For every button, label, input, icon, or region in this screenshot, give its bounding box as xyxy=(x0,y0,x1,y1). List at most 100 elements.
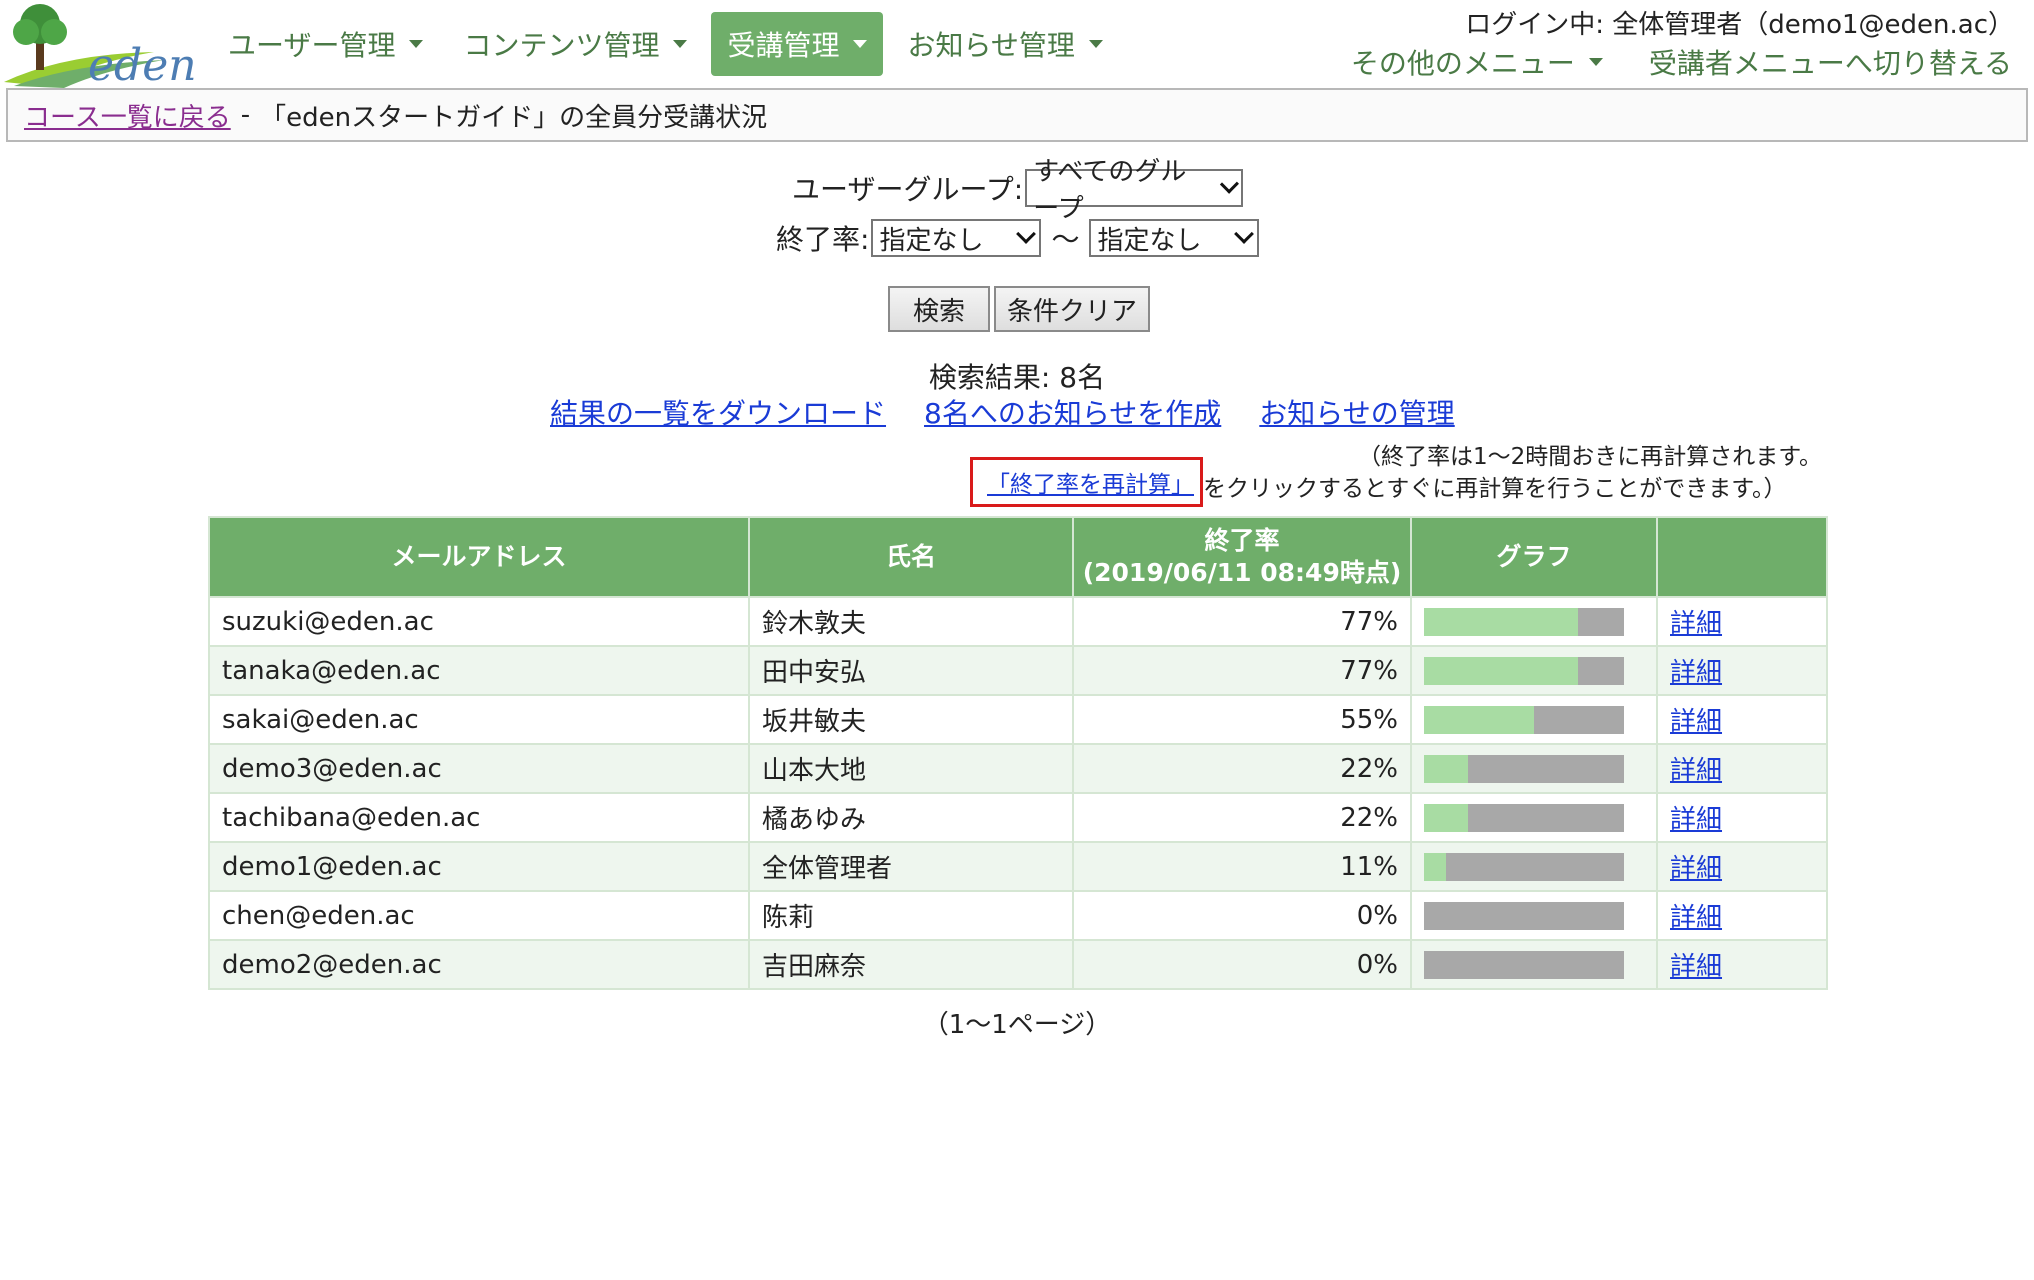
tree-logo-icon: eden xyxy=(4,4,197,91)
cell-name: 鈴木敦夫 xyxy=(748,596,1074,647)
cell-email: tachibana@eden.ac xyxy=(208,792,750,843)
table-row: chen@eden.ac 陈莉 0% 詳細 xyxy=(208,890,1828,941)
logo-text: eden xyxy=(88,40,194,88)
result-links: 結果の一覧をダウンロード 8名へのお知らせを作成 お知らせの管理 xyxy=(550,392,1455,432)
clear-conditions-button[interactable]: 条件クリア xyxy=(994,286,1150,332)
detail-link[interactable]: 詳細 xyxy=(1670,952,1722,982)
cell-email: sakai@eden.ac xyxy=(208,694,750,745)
back-to-course-list-link[interactable]: コース一覧に戻る xyxy=(24,97,231,134)
cell-detail: 詳細 xyxy=(1656,890,1828,941)
group-select[interactable]: すべてのグループ xyxy=(1025,157,1244,224)
cell-name: 陈莉 xyxy=(748,890,1074,941)
header: eden ユーザー管理 コンテンツ管理 受講管理 お知らせ管理 ログイン中: 全… xyxy=(0,0,2034,91)
cell-graph xyxy=(1410,645,1658,696)
rate-from-select[interactable]: 指定なし xyxy=(871,219,1042,257)
cell-detail: 詳細 xyxy=(1656,939,1828,990)
cell-rate: 22% xyxy=(1072,743,1412,794)
table-row: tanaka@eden.ac 田中安弘 77% 詳細 xyxy=(208,645,1828,696)
progress-bar-fill xyxy=(1424,754,1468,783)
rate-from-value: 指定なし xyxy=(879,225,984,256)
col-header-graph: グラフ xyxy=(1410,516,1658,598)
col-header-name[interactable]: 氏名 xyxy=(748,516,1074,598)
table-row: demo2@eden.ac 吉田麻奈 0% 詳細 xyxy=(208,939,1828,990)
group-filter-label: ユーザーグループ: xyxy=(792,173,1024,206)
recalc-instruction: 「終了率を再計算」 をクリックするとすぐに再計算を行うことができます。） xyxy=(970,457,1787,507)
group-select-value: すべてのグループ xyxy=(1033,157,1187,224)
rate-to-select[interactable]: 指定なし xyxy=(1089,219,1260,257)
progress-bar xyxy=(1424,901,1624,930)
progress-bar-fill xyxy=(1424,852,1446,881)
chevron-down-icon xyxy=(1016,224,1037,244)
detail-link[interactable]: 詳細 xyxy=(1670,707,1722,737)
col-header-detail xyxy=(1656,516,1828,598)
rate-filter-label: 終了率: xyxy=(776,223,870,256)
manage-notices-link[interactable]: お知らせの管理 xyxy=(1259,392,1454,432)
cell-graph xyxy=(1410,596,1658,647)
cell-graph xyxy=(1410,939,1658,990)
cell-graph xyxy=(1410,890,1658,941)
caret-down-icon xyxy=(1588,58,1603,66)
eden-logo[interactable]: eden xyxy=(4,2,197,91)
cell-email: demo3@eden.ac xyxy=(208,743,750,794)
recalculate-rate-link[interactable]: 「終了率を再計算」 xyxy=(987,465,1194,499)
detail-link[interactable]: 詳細 xyxy=(1670,658,1722,688)
page-title: 「edenスタートガイド」の全員分受講状況 xyxy=(260,102,768,133)
range-tilde: ～ xyxy=(1051,223,1080,256)
breadcrumb-separator: - xyxy=(240,100,251,130)
table-row: demo3@eden.ac 山本大地 22% 詳細 xyxy=(208,743,1828,794)
progress-table: メールアドレス 氏名 終了率 (2019/06/11 08:49時点) グラフ … xyxy=(208,516,1828,990)
recalc-instruction-text: をクリックするとすぐに再計算を行うことができます。） xyxy=(1203,476,1787,502)
col-header-email[interactable]: メールアドレス xyxy=(208,516,750,598)
other-menu[interactable]: その他のメニュー xyxy=(1351,42,1603,82)
switch-to-learner-menu[interactable]: 受講者メニューへ切り替える xyxy=(1649,42,2012,82)
cell-rate: 22% xyxy=(1072,792,1412,843)
cell-rate: 0% xyxy=(1072,939,1412,990)
cell-email: chen@eden.ac xyxy=(208,890,750,941)
detail-link[interactable]: 詳細 xyxy=(1670,903,1722,933)
caret-down-icon xyxy=(1088,40,1103,48)
cell-detail: 詳細 xyxy=(1656,792,1828,843)
detail-link[interactable]: 詳細 xyxy=(1670,805,1722,835)
cell-name: 田中安弘 xyxy=(748,645,1074,696)
cell-graph xyxy=(1410,743,1658,794)
progress-bar-fill xyxy=(1424,607,1578,636)
table-row: tachibana@eden.ac 橘あゆみ 22% 詳細 xyxy=(208,792,1828,843)
cell-email: demo1@eden.ac xyxy=(208,841,750,892)
search-button[interactable]: 検索 xyxy=(888,286,990,332)
chevron-down-icon xyxy=(1219,174,1239,194)
group-filter-row: ユーザーグループ: すべてのグループ xyxy=(792,157,1244,224)
cell-email: tanaka@eden.ac xyxy=(208,645,750,696)
nav-content-management[interactable]: コンテンツ管理 xyxy=(447,12,703,76)
col-header-rate-timestamp: (2019/06/11 08:49時点) xyxy=(1082,558,1402,587)
cell-email: demo2@eden.ac xyxy=(208,939,750,990)
cell-rate: 77% xyxy=(1072,596,1412,647)
col-header-rate-title: 終了率 xyxy=(1204,526,1280,555)
table-header-row: メールアドレス 氏名 終了率 (2019/06/11 08:49時点) グラフ xyxy=(208,516,1828,598)
detail-link[interactable]: 詳細 xyxy=(1670,756,1722,786)
caret-down-icon xyxy=(853,40,868,48)
cell-detail: 詳細 xyxy=(1656,596,1828,647)
cell-detail: 詳細 xyxy=(1656,743,1828,794)
cell-detail: 詳細 xyxy=(1656,645,1828,696)
progress-bar xyxy=(1424,754,1624,783)
progress-bar xyxy=(1424,705,1624,734)
cell-name: 橘あゆみ xyxy=(748,792,1074,843)
sub-menu: その他のメニュー 受講者メニューへ切り替える xyxy=(1351,42,2012,82)
cell-rate: 11% xyxy=(1072,841,1412,892)
download-results-link[interactable]: 結果の一覧をダウンロード xyxy=(550,392,886,432)
detail-link[interactable]: 詳細 xyxy=(1670,854,1722,884)
nav-user-management[interactable]: ユーザー管理 xyxy=(212,12,439,76)
nav-course-management[interactable]: 受講管理 xyxy=(711,12,884,76)
rate-filter-row: 終了率: 指定なし ～ 指定なし xyxy=(776,218,1260,258)
nav-notice-management[interactable]: お知らせ管理 xyxy=(891,12,1118,76)
col-header-rate[interactable]: 終了率 (2019/06/11 08:49時点) xyxy=(1072,516,1412,598)
cell-graph xyxy=(1410,694,1658,745)
cell-graph xyxy=(1410,792,1658,843)
progress-bar xyxy=(1424,803,1624,832)
cell-rate: 77% xyxy=(1072,645,1412,696)
cell-name: 坂井敏夫 xyxy=(748,694,1074,745)
create-notice-link[interactable]: 8名へのお知らせを作成 xyxy=(924,392,1221,432)
table-row: sakai@eden.ac 坂井敏夫 55% 詳細 xyxy=(208,694,1828,745)
cell-rate: 55% xyxy=(1072,694,1412,745)
detail-link[interactable]: 詳細 xyxy=(1670,609,1722,639)
